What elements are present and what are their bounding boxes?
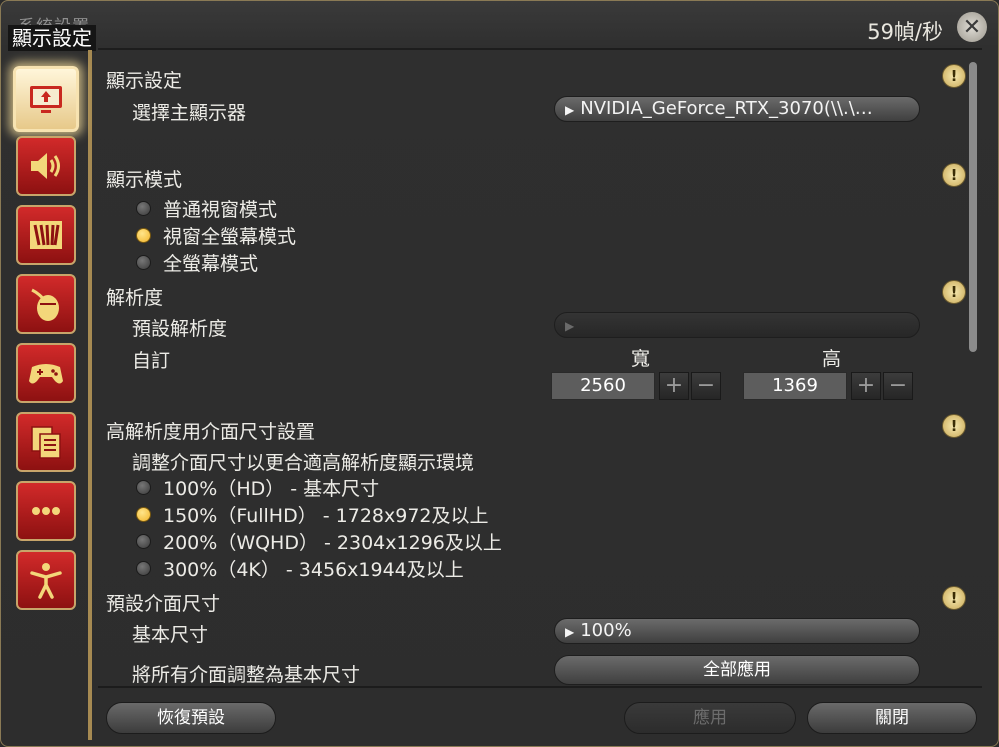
play-triangle-icon: ▶ (565, 319, 575, 333)
base-size-label: 基本尺寸 (132, 624, 209, 646)
documents-icon (31, 426, 61, 459)
sidebar-item-gamepad[interactable] (16, 343, 76, 403)
more-icon (32, 507, 60, 515)
sidebar-item-documents[interactable] (16, 412, 76, 472)
height-increment-button[interactable]: + (851, 372, 881, 400)
reset-defaults-button[interactable]: 恢復預設 (106, 702, 276, 734)
monitor-value: NVIDIA_GeForce_RTX_3070(\\.\… (580, 98, 873, 119)
apply-all-label: 將所有介面調整為基本尺寸 (132, 664, 361, 686)
base-size-dropdown[interactable]: ▶ 100% (554, 618, 920, 644)
height-input[interactable]: 1369 (743, 372, 847, 400)
base-size-value: 100% (580, 620, 632, 641)
radio-button-selected (136, 228, 151, 243)
radio-button (136, 561, 151, 576)
hires-option-200[interactable]: 200%（WQHD） - 2304x1296及以上 (136, 528, 502, 555)
section-mode-title: 顯示模式 (106, 169, 183, 191)
preset-resolution-dropdown[interactable]: ▶ (554, 312, 920, 338)
monitor-dropdown[interactable]: ▶ NVIDIA_GeForce_RTX_3070(\\.\… (554, 96, 920, 122)
warning-icon[interactable]: ! (942, 280, 966, 304)
sidebar-item-other[interactable] (16, 481, 76, 541)
scrollbar[interactable] (969, 62, 977, 352)
gamepad-icon (29, 364, 63, 384)
apply-button[interactable]: 應用 (624, 702, 796, 734)
radio-button (136, 255, 151, 270)
warning-icon[interactable]: ! (942, 64, 966, 88)
settings-content: 顯示設定 ! 選擇主顯示器 ▶ NVIDIA_GeForce_RTX_3070(\… (106, 60, 966, 686)
radio-button (136, 480, 151, 495)
monitor-label: 選擇主顯示器 (132, 102, 247, 124)
height-decrement-button[interactable]: − (883, 372, 913, 400)
radio-button (136, 201, 151, 216)
hires-option-300[interactable]: 300%（4K） - 3456x1944及以上 (136, 555, 464, 582)
footer-divider (98, 686, 982, 688)
mode-option-fullscreen[interactable]: 全螢幕模式 (136, 249, 258, 276)
custom-resolution-label: 自訂 (132, 350, 171, 372)
warning-icon[interactable]: ! (942, 586, 966, 610)
warning-icon[interactable]: ! (942, 414, 966, 438)
section-resolution-title: 解析度 (106, 287, 164, 309)
hires-description: 調整介面尺寸以更合適高解析度顯示環境 (132, 452, 475, 474)
play-triangle-icon: ▶ (565, 103, 575, 117)
speaker-icon (31, 153, 60, 179)
width-increment-button[interactable]: + (659, 372, 689, 400)
sidebar-item-mouse[interactable] (16, 274, 76, 334)
mouse-icon (31, 288, 59, 321)
monitor-icon (30, 86, 62, 113)
play-triangle-icon: ▶ (565, 625, 575, 639)
width-input[interactable]: 2560 (551, 372, 655, 400)
mode-option-label: 全螢幕模式 (163, 253, 259, 275)
close-icon: ✕ (962, 14, 982, 40)
warning-icon[interactable]: ! (942, 163, 966, 187)
hires-option-label: 150%（FullHD） - 1728x972及以上 (163, 505, 489, 527)
radio-button (136, 534, 151, 549)
title-bar: 系統設置 顯示設定 59幀/秒 ✕ (0, 0, 999, 51)
height-label: 高 (822, 348, 842, 370)
section-hires-title: 高解析度用介面尺寸設置 (106, 421, 316, 443)
section-ui-size-title: 預設介面尺寸 (106, 593, 221, 615)
mode-option-label: 普通視窗模式 (163, 199, 278, 221)
mode-option-borderless[interactable]: 視窗全螢幕模式 (136, 222, 296, 249)
fps-counter: 59幀/秒 (867, 20, 943, 44)
sidebar-item-display[interactable] (13, 66, 79, 132)
hires-option-100[interactable]: 100%（HD） - 基本尺寸 (136, 474, 379, 501)
apply-all-button[interactable]: 全部應用 (554, 655, 920, 685)
hires-option-label: 200%（WQHD） - 2304x1296及以上 (163, 532, 502, 554)
hires-option-label: 300%（4K） - 3456x1944及以上 (163, 559, 464, 581)
sidebar-item-accessibility[interactable] (16, 550, 76, 610)
hires-option-label: 100%（HD） - 基本尺寸 (163, 478, 380, 500)
window-blinds-icon (30, 221, 62, 249)
width-decrement-button[interactable]: − (691, 372, 721, 400)
header-divider (98, 48, 982, 50)
sidebar-item-sound[interactable] (16, 136, 76, 196)
hires-option-150[interactable]: 150%（FullHD） - 1728x972及以上 (136, 501, 489, 528)
accessibility-icon (30, 563, 62, 599)
close-window-button[interactable]: ✕ (957, 12, 987, 42)
mode-option-label: 視窗全螢幕模式 (163, 226, 297, 248)
mode-option-windowed[interactable]: 普通視窗模式 (136, 195, 277, 222)
close-button[interactable]: 關閉 (807, 702, 977, 734)
sidebar-divider (88, 50, 92, 740)
radio-button-selected (136, 507, 151, 522)
sidebar-item-window[interactable] (16, 205, 76, 265)
preset-resolution-label: 預設解析度 (132, 318, 228, 340)
section-display-title: 顯示設定 (106, 70, 183, 92)
width-label: 寬 (631, 348, 651, 370)
window-title: 顯示設定 (8, 25, 96, 51)
